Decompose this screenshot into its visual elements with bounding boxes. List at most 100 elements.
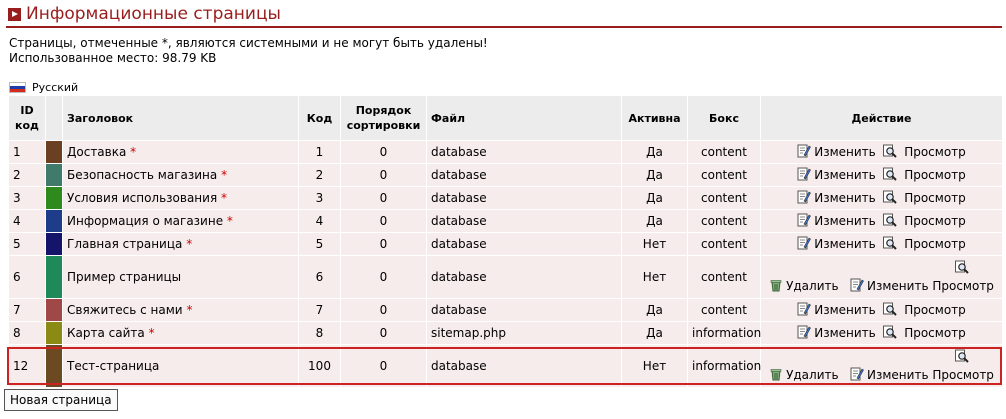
- system-star: *: [186, 237, 193, 251]
- cell-box: content: [687, 255, 761, 299]
- edit-button[interactable]: Изменить: [850, 277, 929, 295]
- view-button[interactable]: Просмотр: [883, 301, 966, 319]
- edit-button[interactable]: Изменить: [797, 301, 876, 319]
- cell-file: database: [426, 298, 622, 322]
- edit-button[interactable]: Изменить: [850, 366, 929, 384]
- column-header-code[interactable]: Код: [298, 95, 341, 141]
- cell-file: database: [426, 209, 622, 233]
- view-button[interactable]: Просмотр: [932, 259, 994, 295]
- page-header: Информационные страницы: [6, 4, 1002, 28]
- table-row[interactable]: 4 Информация о магазине * 4 0 database Да cont…: [8, 209, 1003, 233]
- view-button[interactable]: Просмотр: [883, 189, 966, 207]
- cell-sort: 0: [340, 321, 427, 345]
- cell-title[interactable]: Условия использования *: [62, 186, 299, 210]
- view-button[interactable]: Просмотр: [883, 235, 966, 253]
- view-button[interactable]: Просмотр: [883, 324, 966, 342]
- cell-active[interactable]: Нет: [621, 255, 688, 299]
- column-header-title[interactable]: Заголовок: [62, 95, 299, 141]
- color-swatch: [45, 140, 63, 164]
- cell-file: database: [426, 140, 622, 164]
- table-row[interactable]: 6 Пример страницы 6 0 database Нет content Уда…: [8, 255, 1003, 299]
- edit-pencil-icon: [797, 167, 811, 181]
- language-selector[interactable]: Русский: [9, 80, 78, 94]
- cell-code: 7: [298, 298, 341, 322]
- edit-button[interactable]: Изменить: [797, 166, 876, 184]
- cell-active[interactable]: Да: [621, 209, 688, 233]
- view-magnifier-icon: [883, 167, 897, 181]
- cell-title[interactable]: Карта сайта *: [62, 321, 299, 345]
- column-header-id[interactable]: ID код: [8, 95, 46, 141]
- column-header-color: [45, 95, 63, 141]
- edit-label: Изменить: [814, 214, 876, 228]
- view-label: Просмотр: [904, 145, 966, 159]
- cell-box: content: [687, 232, 761, 256]
- view-label: Просмотр: [904, 214, 966, 228]
- color-swatch: [45, 255, 63, 299]
- column-header-active[interactable]: Активна: [621, 95, 688, 141]
- table-row[interactable]: 5 Главная страница * 5 0 database Нет content И…: [8, 232, 1003, 256]
- cell-id: 6: [8, 255, 46, 299]
- table-row[interactable]: 7 Свяжитесь с нами * 7 0 database Да content Из…: [8, 298, 1003, 322]
- cell-title[interactable]: Пример страницы: [62, 255, 299, 299]
- edit-label: Изменить: [814, 145, 876, 159]
- table-row[interactable]: 12 Тест-страница 100 0 database Нет informati…: [8, 344, 1003, 388]
- delete-button[interactable]: Удалить: [769, 277, 839, 295]
- edit-pencil-icon: [797, 190, 811, 204]
- view-magnifier-icon: [883, 190, 897, 204]
- column-header-action: Действие: [760, 95, 1003, 141]
- cell-active[interactable]: Нет: [621, 232, 688, 256]
- edit-button[interactable]: Изменить: [797, 212, 876, 230]
- cell-title[interactable]: Свяжитесь с нами *: [62, 298, 299, 322]
- view-button[interactable]: Просмотр: [883, 166, 966, 184]
- cell-id: 3: [8, 186, 46, 210]
- new-page-button[interactable]: Новая страница: [4, 389, 118, 411]
- cell-title[interactable]: Доставка *: [62, 140, 299, 164]
- view-magnifier-icon: [955, 349, 969, 363]
- column-header-sort[interactable]: Порядок сортировки: [340, 95, 427, 141]
- cell-file: database: [426, 344, 622, 388]
- russian-flag-icon: [9, 82, 26, 93]
- cell-active[interactable]: Да: [621, 321, 688, 345]
- cell-file: sitemap.php: [426, 321, 622, 345]
- cell-active[interactable]: Нет: [621, 344, 688, 388]
- system-star: *: [221, 168, 228, 182]
- cell-box: content: [687, 140, 761, 164]
- cell-active[interactable]: Да: [621, 163, 688, 187]
- view-button[interactable]: Просмотр: [883, 143, 966, 161]
- cell-id: 12: [8, 344, 46, 388]
- view-button[interactable]: Просмотр: [932, 348, 994, 384]
- view-label: Просмотр: [932, 279, 994, 293]
- cell-title[interactable]: Информация о магазине *: [62, 209, 299, 233]
- cell-active[interactable]: Да: [621, 140, 688, 164]
- system-star: *: [186, 303, 193, 317]
- delete-label: Удалить: [786, 368, 839, 382]
- cell-actions: Изменить Просмотр: [760, 321, 1003, 345]
- column-header-file[interactable]: Файл: [426, 95, 622, 141]
- table-row[interactable]: 3 Условия использования * 3 0 database Да cont…: [8, 186, 1003, 210]
- edit-button[interactable]: Изменить: [797, 235, 876, 253]
- table-row[interactable]: 1 Доставка * 1 0 database Да content Изменить П…: [8, 140, 1003, 164]
- delete-button[interactable]: Удалить: [769, 366, 839, 384]
- view-magnifier-icon: [883, 236, 897, 250]
- cell-box: content: [687, 298, 761, 322]
- page-title-text: Свяжитесь с нами: [67, 303, 183, 317]
- cell-id: 8: [8, 321, 46, 345]
- cell-box: content: [687, 163, 761, 187]
- table-row[interactable]: 8 Карта сайта * 8 0 sitemap.php Да information…: [8, 321, 1003, 345]
- cell-actions: Изменить Просмотр: [760, 140, 1003, 164]
- cell-title[interactable]: Тест-страница: [62, 344, 299, 388]
- cell-actions: Изменить Просмотр: [760, 163, 1003, 187]
- edit-button[interactable]: Изменить: [797, 324, 876, 342]
- system-star: *: [130, 145, 137, 159]
- view-button[interactable]: Просмотр: [883, 212, 966, 230]
- edit-label: Изменить: [814, 303, 876, 317]
- column-header-box[interactable]: Бокс: [687, 95, 761, 141]
- edit-button[interactable]: Изменить: [797, 189, 876, 207]
- cell-title[interactable]: Безопасность магазина *: [62, 163, 299, 187]
- cell-active[interactable]: Да: [621, 186, 688, 210]
- table-row[interactable]: 2 Безопасность магазина * 2 0 database Да cont…: [8, 163, 1003, 187]
- cell-active[interactable]: Да: [621, 298, 688, 322]
- cell-title[interactable]: Главная страница *: [62, 232, 299, 256]
- color-swatch: [45, 298, 63, 322]
- edit-button[interactable]: Изменить: [797, 143, 876, 161]
